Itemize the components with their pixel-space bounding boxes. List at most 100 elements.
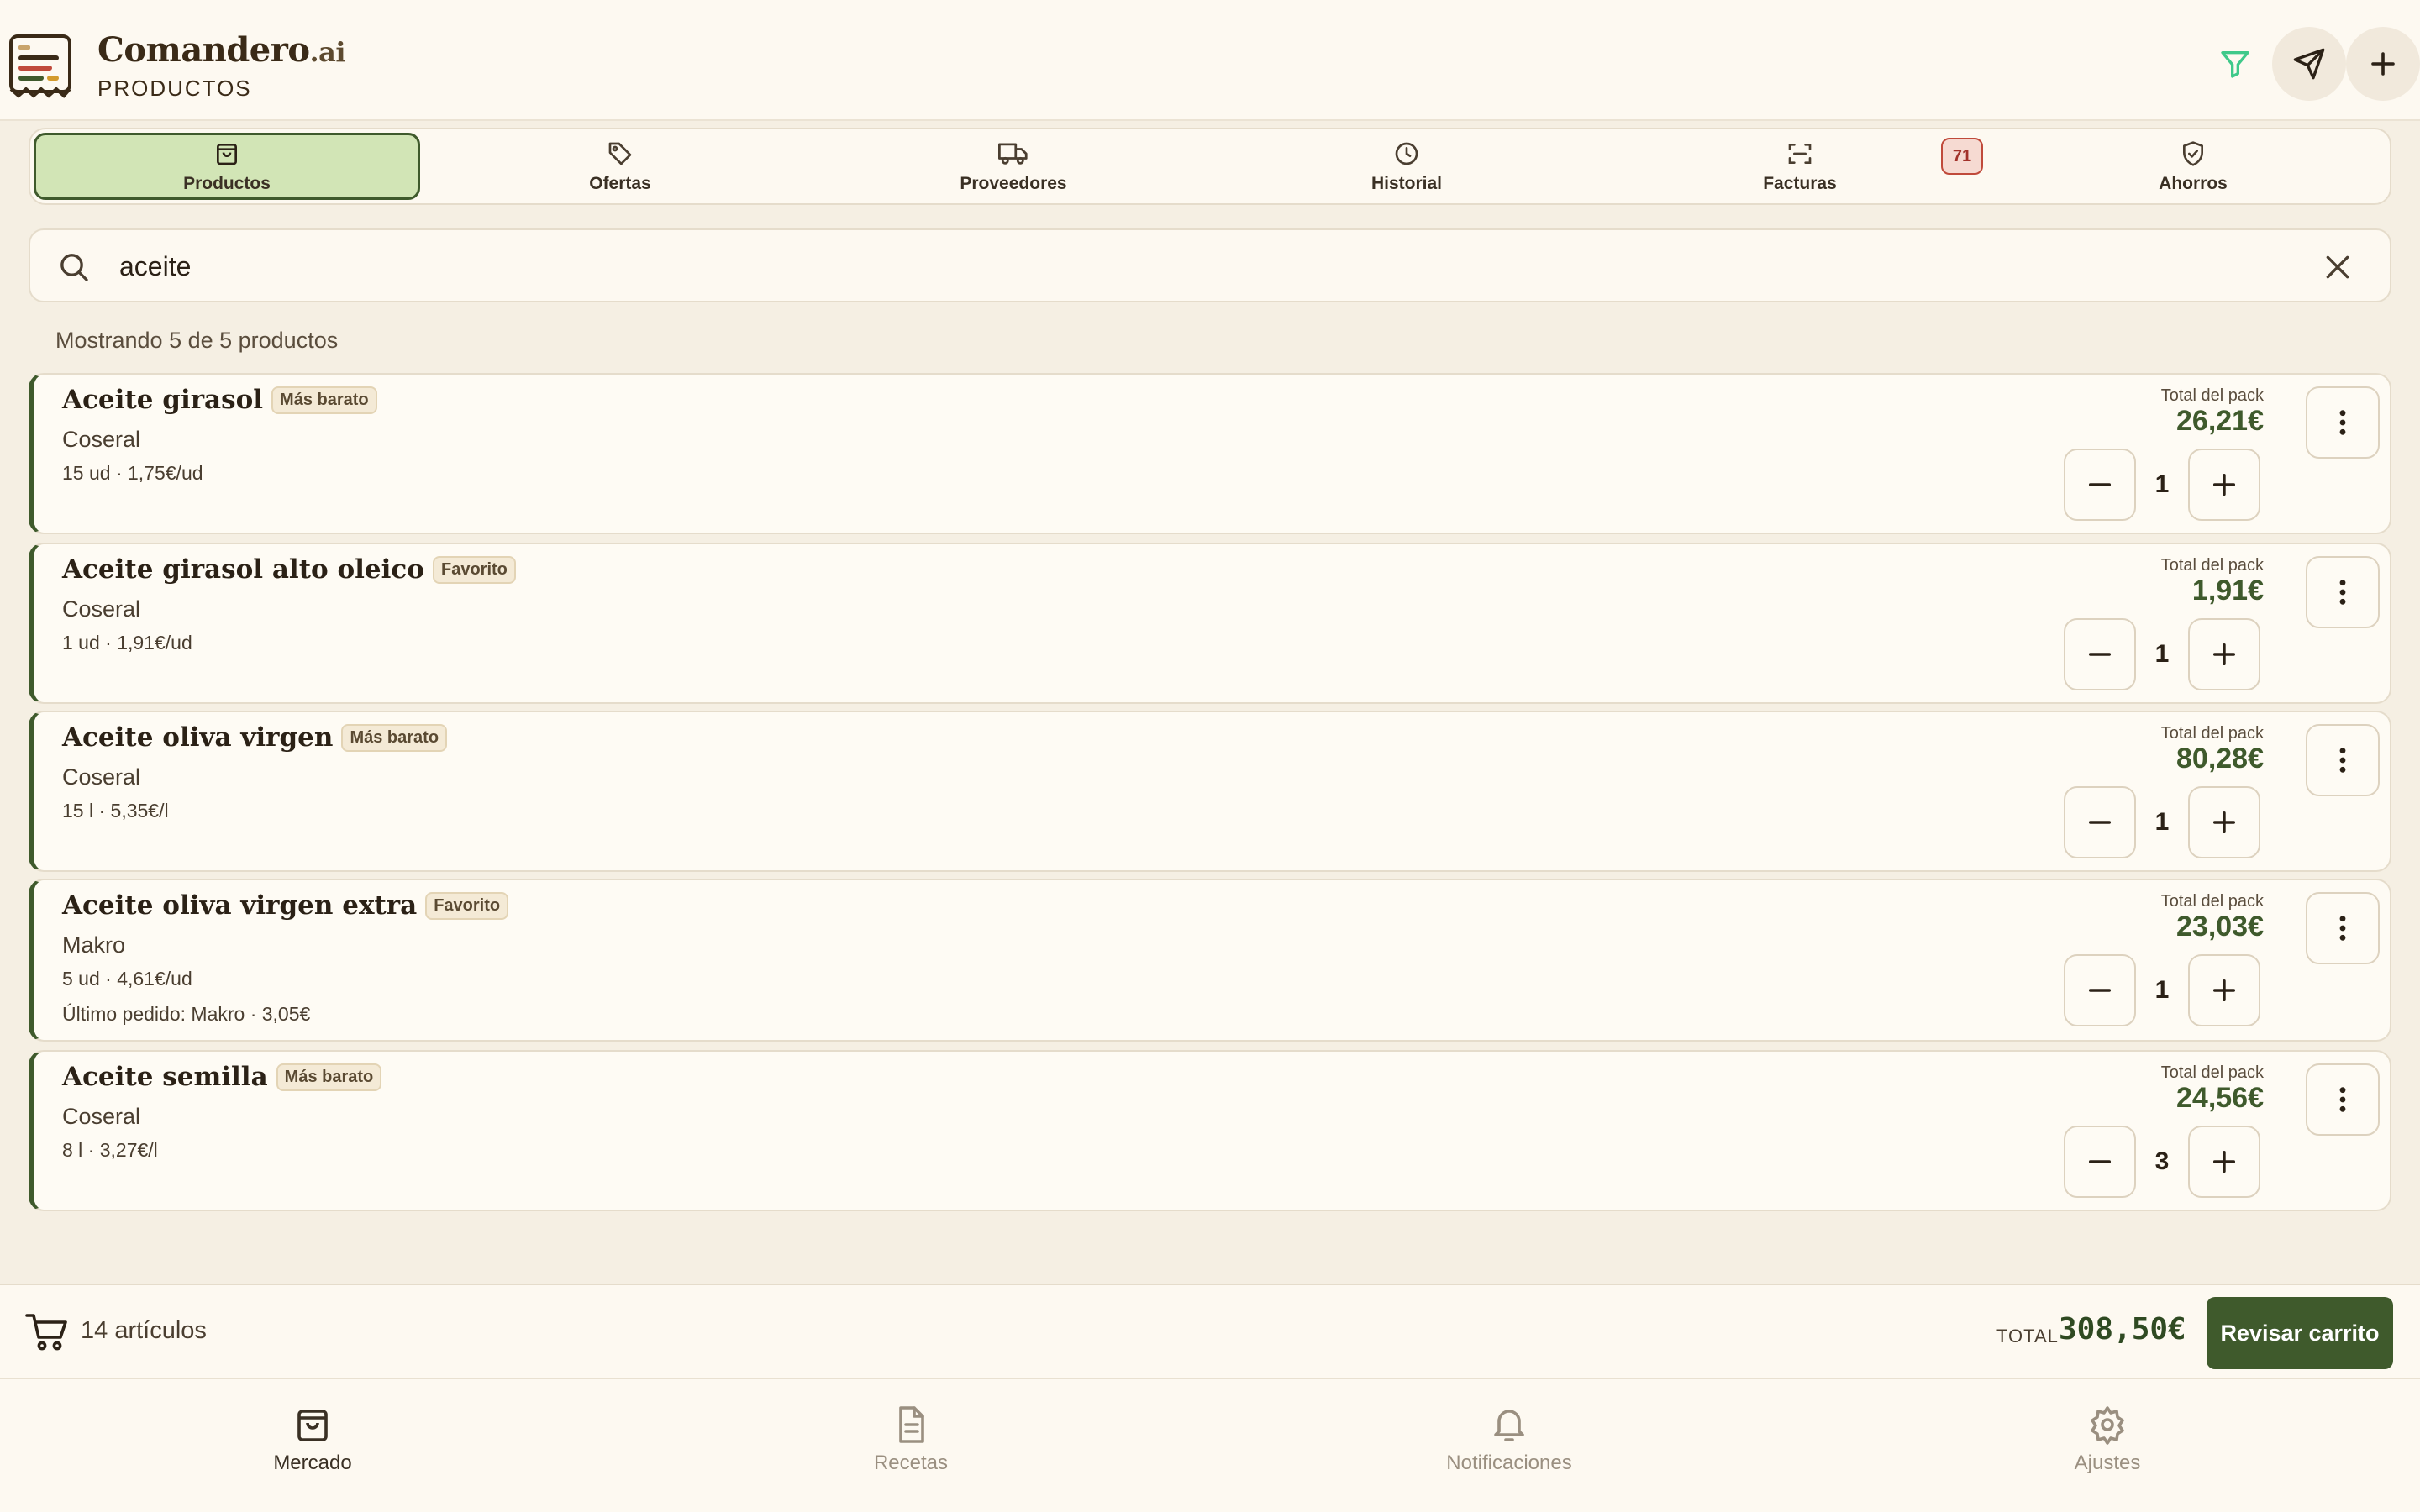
product-tag: Más barato <box>341 723 448 752</box>
tab-productos[interactable]: Productos <box>34 133 420 200</box>
filter-icon <box>2221 51 2249 78</box>
increase-quantity-button[interactable] <box>2188 786 2260 858</box>
product-unit-price: 5 ud · 4,61€/ud <box>62 968 192 990</box>
tab-ahorros[interactable]: Ahorros <box>2000 133 2386 200</box>
more-vertical-icon <box>2339 410 2346 435</box>
product-supplier: Coseral <box>62 427 141 452</box>
shopping-bag-icon <box>297 1410 328 1441</box>
cart-total-label: TOTAL <box>1996 1326 2059 1347</box>
quantity-value: 1 <box>2154 470 2170 498</box>
quantity-value: 1 <box>2154 808 2170 836</box>
nav-label: Recetas <box>873 1452 949 1474</box>
bell-icon <box>1494 1410 1524 1441</box>
tag-icon <box>605 139 635 169</box>
filter-button[interactable] <box>2198 27 2272 101</box>
minus-icon <box>2088 483 2112 486</box>
pack-total-label: Total del pack <box>2160 892 2264 911</box>
plus-icon <box>2212 979 2236 1002</box>
plus-icon <box>2212 643 2236 666</box>
product-unit-price: 8 l · 3,27€/l <box>62 1139 158 1161</box>
product-name: Aceite oliva virgen extra Favorito <box>62 890 509 921</box>
pack-total-label: Total del pack <box>2160 386 2264 405</box>
cart-icon <box>25 1314 67 1351</box>
decrease-quantity-button[interactable] <box>2064 618 2136 690</box>
minus-icon <box>2088 653 2112 656</box>
plus-icon <box>2371 52 2395 76</box>
more-options-button[interactable] <box>2306 556 2380 628</box>
pack-total-label: Total del pack <box>2160 556 2264 575</box>
product-card: Aceite semilla Más barato Coseral 8 l · 3… <box>29 1050 2391 1211</box>
quantity-value: 1 <box>2154 976 2170 1004</box>
product-supplier: Makro <box>62 932 126 958</box>
decrease-quantity-button[interactable] <box>2064 449 2136 521</box>
tab-label: Facturas <box>1763 174 1837 193</box>
minus-icon <box>2088 989 2112 992</box>
more-options-button[interactable] <box>2306 892 2380 964</box>
product-tag: Más barato <box>276 1063 382 1091</box>
product-card: Aceite oliva virgen extra Favorito Makro … <box>29 879 2391 1042</box>
product-tag: Más barato <box>271 386 377 414</box>
product-supplier: Coseral <box>62 764 141 790</box>
nav-item-notificaciones[interactable]: Notificaciones <box>1383 1404 1635 1475</box>
nav-item-recetas[interactable]: Recetas <box>785 1404 1037 1475</box>
page-subtitle: PRODUCTOS <box>97 76 252 101</box>
minus-icon <box>2088 821 2112 824</box>
more-options-button[interactable] <box>2306 386 2380 459</box>
decrease-quantity-button[interactable] <box>2064 1126 2136 1198</box>
quantity-value: 3 <box>2154 1147 2170 1175</box>
more-vertical-icon <box>2339 580 2346 605</box>
product-unit-price: 15 l · 5,35€/l <box>62 800 169 822</box>
shopping-bag-icon <box>212 139 242 169</box>
product-supplier: Coseral <box>62 596 141 622</box>
increase-quantity-button[interactable] <box>2188 954 2260 1026</box>
product-supplier: Coseral <box>62 1104 141 1129</box>
product-unit-price: 15 ud · 1,75€/ud <box>62 462 203 484</box>
cart-items-count: 14 artículos <box>81 1317 207 1344</box>
nav-item-mercado[interactable]: Mercado <box>187 1404 439 1475</box>
more-options-button[interactable] <box>2306 1063 2380 1136</box>
more-vertical-icon <box>2339 1087 2346 1112</box>
section-tabs: Productos Ofertas Proveedores Historial … <box>29 128 2391 205</box>
increase-quantity-button[interactable] <box>2188 618 2260 690</box>
last-order-info: Último pedido: Makro · 3,05€ <box>62 1003 311 1025</box>
tab-label: Ahorros <box>2159 174 2228 193</box>
document-icon <box>899 1406 924 1443</box>
product-unit-price: 1 ud · 1,91€/ud <box>62 632 192 654</box>
product-name: Aceite girasol Más barato <box>62 385 377 415</box>
decrease-quantity-button[interactable] <box>2064 786 2136 858</box>
tab-label: Proveedores <box>960 174 1067 193</box>
tab-facturas[interactable]: Facturas <box>1607 133 1993 200</box>
pack-total-label: Total del pack <box>2160 724 2264 743</box>
increase-quantity-button[interactable] <box>2188 449 2260 521</box>
tab-historial[interactable]: Historial <box>1213 133 1600 200</box>
search-input[interactable] <box>118 245 2222 287</box>
product-tag: Favorito <box>433 555 516 584</box>
tab-ofertas[interactable]: Ofertas <box>427 133 813 200</box>
brand-name: Comandero.ai <box>97 30 346 70</box>
plus-icon <box>2212 1150 2236 1173</box>
cart-summary-bar: 14 artículos TOTAL 308,50€ Revisar carri… <box>0 1284 2420 1378</box>
nav-label: Ajustes <box>2074 1452 2141 1474</box>
bottom-navigation: Mercado Recetas Notificaciones Ajustes <box>0 1378 2420 1512</box>
review-cart-button[interactable]: Revisar carrito <box>2207 1297 2393 1369</box>
close-icon[interactable] <box>2321 250 2354 284</box>
product-name: Aceite girasol alto oleico Favorito <box>62 554 516 585</box>
nav-label: Notificaciones <box>1446 1452 1572 1474</box>
product-card: Aceite girasol alto oleico Favorito Coser… <box>29 543 2391 704</box>
add-button[interactable] <box>2346 27 2420 101</box>
increase-quantity-button[interactable] <box>2188 1126 2260 1198</box>
search-icon <box>60 254 88 281</box>
tab-label: Ofertas <box>589 174 651 193</box>
product-name: Aceite semilla Más barato <box>62 1062 382 1092</box>
product-name: Aceite oliva virgen Más barato <box>62 722 448 753</box>
product-card: Aceite oliva virgen Más barato Coseral 15… <box>29 711 2391 872</box>
invoices-count-badge: 71 <box>1941 138 1983 175</box>
nav-item-ajustes[interactable]: Ajustes <box>1981 1404 2233 1475</box>
send-icon <box>2293 48 2325 80</box>
minus-icon <box>2088 1160 2112 1163</box>
decrease-quantity-button[interactable] <box>2064 954 2136 1026</box>
tab-proveedores[interactable]: Proveedores <box>820 133 1207 200</box>
more-options-button[interactable] <box>2306 724 2380 796</box>
shield-check-icon <box>2178 139 2208 169</box>
send-button[interactable] <box>2272 27 2346 101</box>
